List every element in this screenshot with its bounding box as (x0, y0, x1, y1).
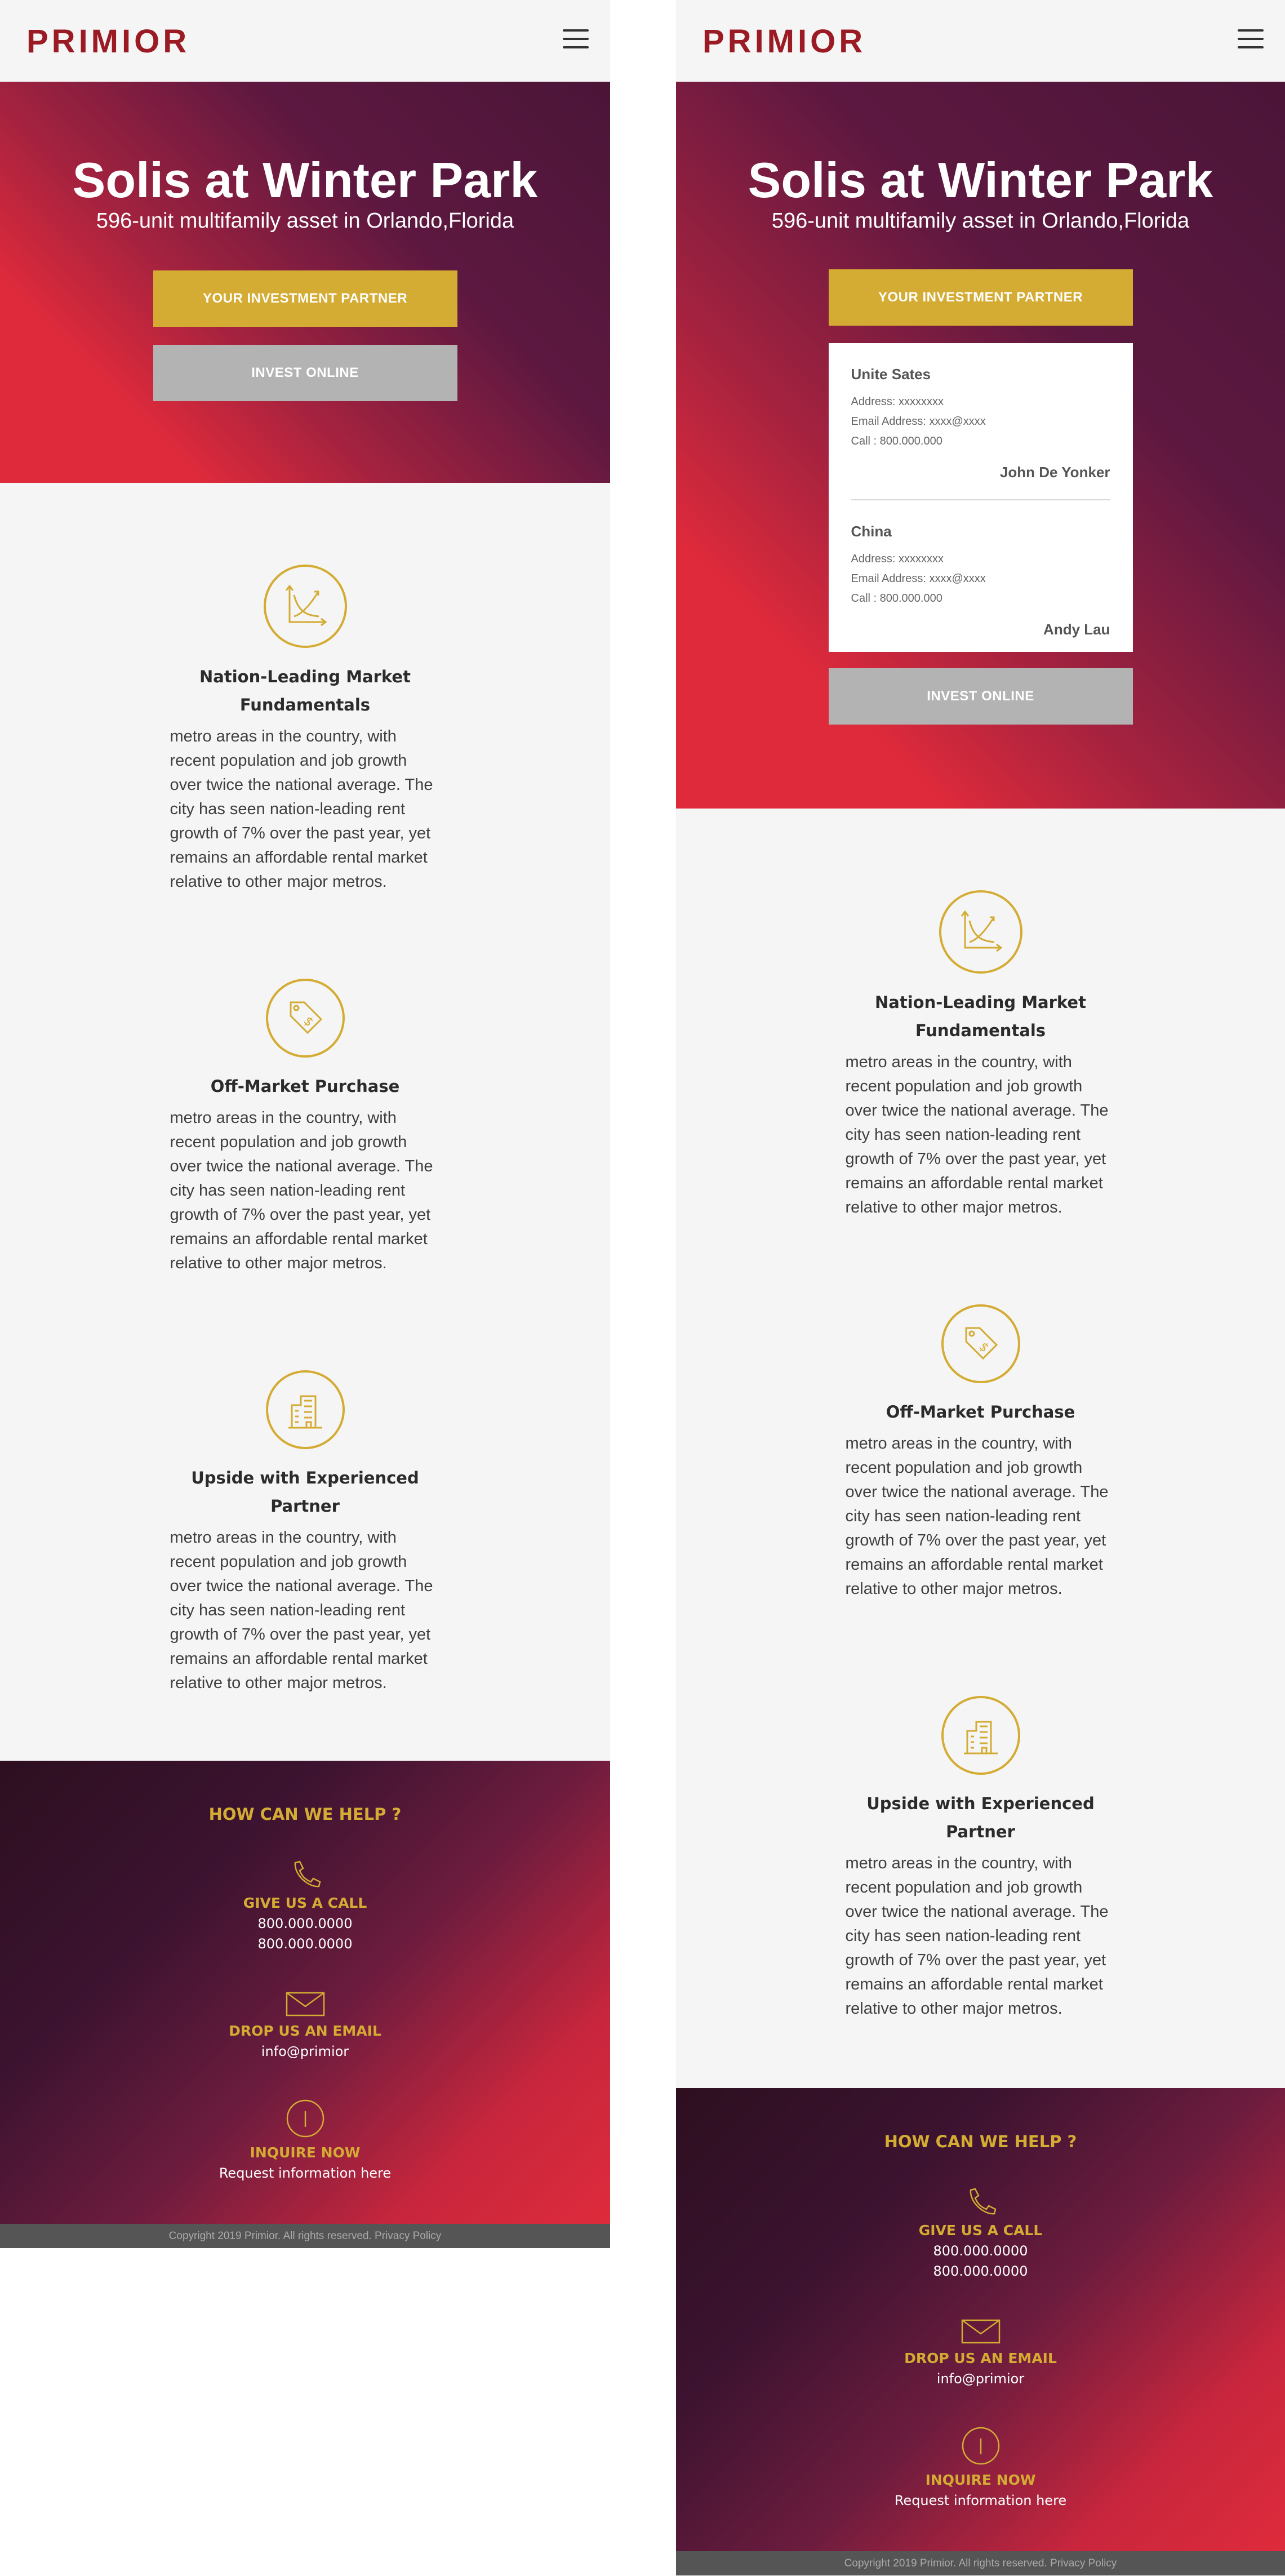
envelope-icon (286, 1992, 324, 2017)
feature-title: Nation-Leading Market Fundamentals (875, 993, 1086, 1040)
office-name: China (851, 523, 892, 540)
header: PRIMIOR (676, 0, 1285, 82)
help-title: HOW CAN WE HELP ? (208, 1805, 402, 1824)
feature-text: metro areas in the country, with recent … (845, 1053, 1109, 1216)
building-icon (265, 1370, 345, 1449)
phone-number[interactable]: 800.000.0000 (676, 2261, 1285, 2281)
hero-subtitle: 596-unit multifamily asset in Orlando,Fl… (771, 209, 1190, 233)
partner-contacts-panel: Unite Sates Address: xxxxxxxx Email Addr… (828, 343, 1133, 652)
office-address: Address: xxxxxxxx (851, 553, 944, 565)
features-section: Nation-Leading Market Fundamentals metro… (676, 809, 1285, 2088)
email-address[interactable]: info@primior (676, 2369, 1285, 2389)
divider (851, 499, 1110, 500)
mobile-screen-collapsed: PRIMIOR Solis at Winter Park 596-unit mu… (0, 0, 610, 2248)
chart-trend-icon (939, 890, 1022, 974)
email-heading: DROP US AN EMAIL (229, 2023, 381, 2039)
phone-number[interactable]: 800.000.0000 (0, 1913, 610, 1934)
office-china: China Address: xxxxxxxx Email Address: x… (851, 523, 1110, 638)
copyright-text: Copyright 2019 Primior. All rights reser… (0, 2224, 610, 2248)
invest-online-button[interactable]: INVEST ONLINE (828, 668, 1133, 725)
feature-partner: Upside with Experienced Partner metro ar… (676, 1696, 1285, 2021)
feature-partner: Upside with Experienced Partner metro ar… (0, 1370, 610, 1695)
hamburger-menu-icon[interactable] (563, 28, 589, 50)
invest-online-button[interactable]: INVEST ONLINE (153, 345, 457, 401)
brand-logo[interactable]: PRIMIOR (26, 25, 190, 59)
inquire-block[interactable]: INQUIRE NOW Request information here (676, 2426, 1285, 2511)
feature-title: Nation-Leading Market Fundamentals (199, 667, 411, 714)
email-block[interactable]: DROP US AN EMAIL info@primior (676, 2319, 1285, 2389)
feature-title: Upside with Experienced Partner (191, 1468, 419, 1516)
feature-market: Nation-Leading Market Fundamentals metro… (676, 890, 1285, 1220)
office-contact-person: Andy Lau (1043, 621, 1110, 638)
call-block[interactable]: GIVE US A CALL 800.000.0000 800.000.0000 (0, 1859, 610, 1954)
call-heading: GIVE US A CALL (243, 1895, 367, 1911)
office-us: Unite Sates Address: xxxxxxxx Email Addr… (851, 366, 1110, 481)
investment-partner-button[interactable]: YOUR INVESTMENT PARTNER (828, 269, 1133, 326)
feature-text: metro areas in the country, with recent … (845, 1854, 1109, 2018)
office-name: Unite Sates (851, 366, 931, 383)
feature-title: Upside with Experienced Partner (866, 1794, 1095, 1841)
feature-text: metro areas in the country, with recent … (170, 727, 433, 891)
hamburger-menu-icon[interactable] (1238, 28, 1264, 50)
footer: HOW CAN WE HELP ? GIVE US A CALL 800.000… (0, 1761, 610, 2224)
phone-icon (294, 1860, 321, 1887)
hero-section: Solis at Winter Park 596-unit multifamil… (676, 82, 1285, 809)
feature-text: metro areas in the country, with recent … (170, 1529, 433, 1692)
phone-number[interactable]: 800.000.0000 (676, 2241, 1285, 2261)
investment-partner-button[interactable]: YOUR INVESTMENT PARTNER (153, 270, 457, 327)
office-call[interactable]: Call : 800.000.000 (851, 589, 1110, 609)
office-address: Address: xxxxxxxx (851, 396, 944, 408)
copyright-text: Copyright 2019 Primior. All rights reser… (676, 2551, 1285, 2575)
phone-number[interactable]: 800.000.0000 (0, 1934, 610, 1954)
feature-off-market: $ Off-Market Purchase metro areas in the… (676, 1304, 1285, 1601)
brand-logo[interactable]: PRIMIOR (702, 25, 866, 59)
feature-title: Off-Market Purchase (210, 1077, 400, 1096)
features-section: Nation-Leading Market Fundamentals metro… (0, 483, 610, 1761)
header: PRIMIOR (0, 0, 610, 82)
info-icon (286, 2099, 324, 2138)
office-email[interactable]: Email Address: xxxx@xxxx (851, 569, 1110, 589)
inquire-heading: INQUIRE NOW (250, 2144, 361, 2161)
email-block[interactable]: DROP US AN EMAIL info@primior (0, 1992, 610, 2062)
email-address[interactable]: info@primior (0, 2041, 610, 2062)
footer: HOW CAN WE HELP ? GIVE US A CALL 800.000… (676, 2088, 1285, 2551)
price-tag-icon: $ (265, 979, 345, 1058)
phone-icon (970, 2188, 996, 2215)
help-title: HOW CAN WE HELP ? (884, 2132, 1077, 2151)
hero-title: Solis at Winter Park (72, 152, 538, 208)
hero-title: Solis at Winter Park (748, 152, 1213, 208)
chart-trend-icon (263, 565, 347, 648)
office-contact-person: John De Yonker (999, 464, 1110, 481)
call-heading: GIVE US A CALL (918, 2222, 1043, 2239)
feature-off-market: $ Off-Market Purchase metro areas in the… (0, 979, 610, 1276)
hero-section: Solis at Winter Park 596-unit multifamil… (0, 82, 610, 483)
feature-title: Off-Market Purchase (886, 1402, 1075, 1422)
feature-text: metro areas in the country, with recent … (845, 1434, 1109, 1598)
envelope-icon (961, 2319, 1000, 2344)
call-block[interactable]: GIVE US A CALL 800.000.0000 800.000.0000 (676, 2187, 1285, 2281)
email-heading: DROP US AN EMAIL (904, 2350, 1057, 2366)
inquire-heading: INQUIRE NOW (925, 2472, 1036, 2488)
inquire-link[interactable]: Request information here (0, 2163, 610, 2183)
price-tag-icon: $ (941, 1304, 1020, 1383)
office-email[interactable]: Email Address: xxxx@xxxx (851, 412, 1110, 432)
mobile-screen-expanded: PRIMIOR Solis at Winter Park 596-unit mu… (676, 0, 1285, 2576)
info-icon (962, 2427, 999, 2465)
feature-market: Nation-Leading Market Fundamentals metro… (0, 565, 610, 894)
building-icon (941, 1696, 1020, 1775)
hero-subtitle: 596-unit multifamily asset in Orlando,Fl… (96, 209, 514, 233)
inquire-block[interactable]: INQUIRE NOW Request information here (0, 2099, 610, 2183)
office-call[interactable]: Call : 800.000.000 (851, 432, 1110, 451)
inquire-link[interactable]: Request information here (676, 2490, 1285, 2511)
copyright-bar: Copyright 2019 Primior. All rights reser… (0, 2224, 610, 2248)
feature-text: metro areas in the country, with recent … (170, 1109, 433, 1272)
